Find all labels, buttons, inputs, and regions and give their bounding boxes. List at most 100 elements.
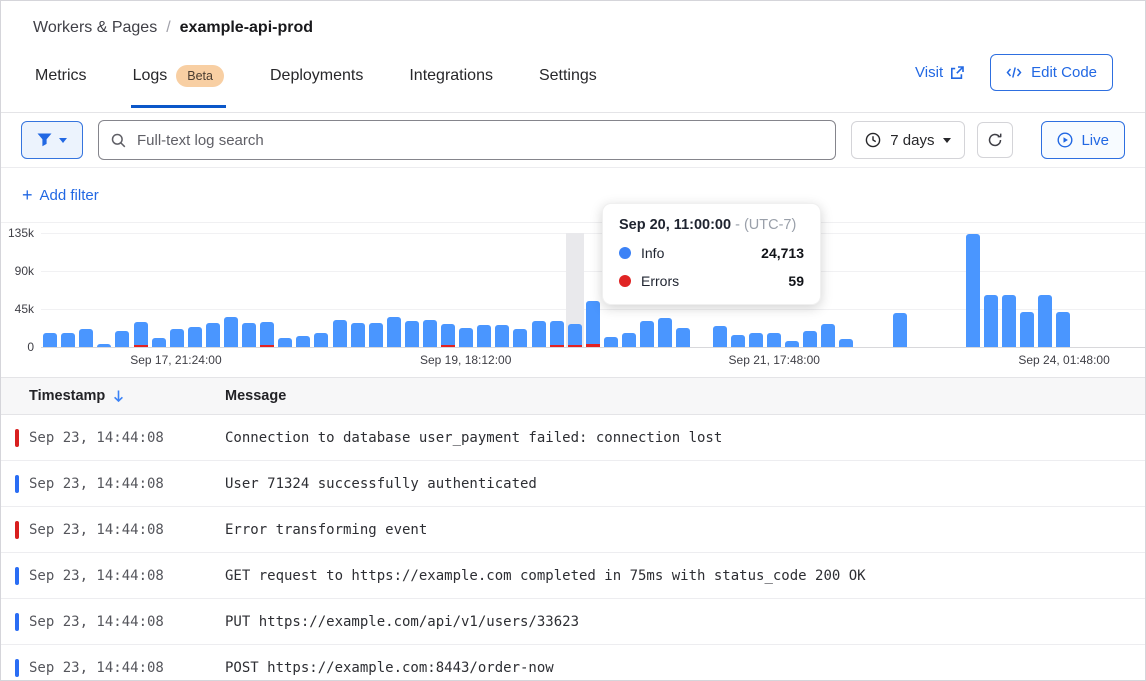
chart-bar[interactable] — [43, 333, 57, 347]
chart-bar-slot — [1072, 233, 1090, 347]
tab-integrations[interactable]: Integrations — [407, 47, 495, 108]
chart-bar-errors[interactable] — [586, 344, 600, 347]
search-input[interactable] — [135, 131, 823, 150]
chart-bar[interactable] — [532, 321, 546, 347]
visit-link[interactable]: Visit — [915, 64, 964, 81]
add-filter-button[interactable]: Add filter — [40, 187, 99, 204]
chart-bar[interactable] — [839, 339, 853, 347]
logs-histogram: 045k90k135k Sep 17, 21:24:00Sep 19, 18:1… — [1, 223, 1145, 378]
chart-bar[interactable] — [622, 333, 636, 347]
chart-bar[interactable] — [658, 318, 672, 347]
chart-bar[interactable] — [278, 338, 292, 347]
chart-bar[interactable] — [351, 323, 365, 347]
chart-bar[interactable] — [513, 329, 527, 347]
chart-bar-slot — [367, 233, 385, 347]
filter-button[interactable] — [21, 121, 83, 159]
sort-desc-icon[interactable] — [112, 389, 125, 403]
chart-bar-slot — [204, 233, 222, 347]
chart-bar[interactable] — [785, 341, 799, 347]
chart-bar[interactable] — [170, 329, 184, 347]
chart-bar[interactable] — [477, 325, 491, 347]
tab-metrics[interactable]: Metrics — [33, 47, 89, 108]
chart-bar[interactable] — [242, 323, 256, 347]
chart-bar[interactable] — [767, 333, 781, 347]
tab-logs[interactable]: LogsBeta — [131, 47, 226, 108]
chart-bar[interactable] — [405, 321, 419, 347]
tab-deployments[interactable]: Deployments — [268, 47, 365, 108]
chart-bar[interactable] — [79, 329, 93, 347]
edit-code-button[interactable]: Edit Code — [990, 54, 1113, 91]
x-axis-label: Sep 17, 21:24:00 — [130, 353, 221, 367]
live-button[interactable]: Live — [1041, 121, 1125, 159]
chart-bar[interactable] — [134, 322, 148, 345]
timestamp-header-label: Timestamp — [29, 388, 105, 404]
chart-bar[interactable] — [749, 333, 763, 347]
chart-bar-errors[interactable] — [260, 345, 274, 347]
chart-bar[interactable] — [1056, 312, 1070, 347]
chart-bar[interactable] — [713, 326, 727, 347]
chart-bar[interactable] — [314, 333, 328, 347]
severity-indicator-info — [15, 475, 19, 493]
y-axis-label: 0 — [1, 340, 34, 354]
chart-bar[interactable] — [1002, 295, 1016, 347]
chart-bar[interactable] — [206, 323, 220, 347]
chart-bar[interactable] — [260, 322, 274, 345]
chart-bar[interactable] — [387, 317, 401, 347]
chart-bar-errors[interactable] — [441, 345, 455, 347]
table-row[interactable]: Sep 23, 14:44:08Error transforming event — [1, 507, 1145, 553]
chart-bar-errors[interactable] — [568, 345, 582, 347]
chart-bar[interactable] — [423, 320, 437, 347]
log-table-header: Timestamp Message — [1, 378, 1145, 415]
chart-bar[interactable] — [97, 344, 111, 347]
refresh-button[interactable] — [977, 122, 1013, 158]
chart-bar[interactable] — [984, 295, 998, 347]
breadcrumb-section[interactable]: Workers & Pages — [33, 19, 157, 37]
chart-bar-errors[interactable] — [134, 345, 148, 347]
column-header-message[interactable]: Message — [225, 388, 1145, 404]
tab-settings[interactable]: Settings — [537, 47, 599, 108]
chart-bar-slot — [349, 233, 367, 347]
chart-bar[interactable] — [1038, 295, 1052, 347]
chart-bar[interactable] — [459, 328, 473, 347]
chart-bar[interactable] — [568, 324, 582, 345]
chart-bar-slot — [439, 233, 457, 347]
chart-bar[interactable] — [115, 331, 129, 347]
chart-bar[interactable] — [188, 327, 202, 347]
table-row[interactable]: Sep 23, 14:44:08PUT https://example.com/… — [1, 599, 1145, 645]
chart-bar[interactable] — [893, 313, 907, 347]
series-value: 24,713 — [761, 245, 804, 261]
chart-bar[interactable] — [369, 323, 383, 347]
chart-bar[interactable] — [152, 338, 166, 347]
chart-bar[interactable] — [441, 324, 455, 345]
chart-highlight-band — [566, 233, 584, 347]
chart-bar[interactable] — [966, 234, 980, 347]
filter-bar: 7 days Live — [1, 113, 1145, 168]
x-axis-label: Sep 19, 18:12:00 — [420, 353, 511, 367]
funnel-icon — [37, 133, 52, 147]
table-row[interactable]: Sep 23, 14:44:08User 71324 successfully … — [1, 461, 1145, 507]
table-row[interactable]: Sep 23, 14:44:08GET request to https://e… — [1, 553, 1145, 599]
refresh-icon — [987, 132, 1003, 148]
chart-bar[interactable] — [495, 325, 509, 347]
column-header-timestamp[interactable]: Timestamp — [1, 388, 225, 404]
chart-bar[interactable] — [676, 328, 690, 347]
chart-bar[interactable] — [550, 321, 564, 345]
chart-bar-errors[interactable] — [550, 345, 564, 347]
tab-label: Logs — [133, 67, 168, 85]
tooltip-title: Sep 20, 11:00:00 - (UTC-7) — [619, 217, 804, 233]
chart-bar[interactable] — [731, 335, 745, 347]
table-row[interactable]: Sep 23, 14:44:08Connection to database u… — [1, 415, 1145, 461]
table-row[interactable]: Sep 23, 14:44:08POST https://example.com… — [1, 645, 1145, 681]
chart-bar[interactable] — [333, 320, 347, 347]
chart-bar[interactable] — [61, 333, 75, 347]
chart-bar[interactable] — [640, 321, 654, 347]
chart-bar[interactable] — [1020, 312, 1034, 347]
chart-bar[interactable] — [803, 331, 817, 347]
time-range-button[interactable]: 7 days — [851, 121, 965, 159]
chart-bar[interactable] — [604, 337, 618, 347]
chart-bar[interactable] — [586, 301, 600, 344]
chart-bar[interactable] — [224, 317, 238, 347]
chart-bar[interactable] — [821, 324, 835, 347]
chart-bar[interactable] — [296, 336, 310, 347]
chart-bar-slot — [77, 233, 95, 347]
